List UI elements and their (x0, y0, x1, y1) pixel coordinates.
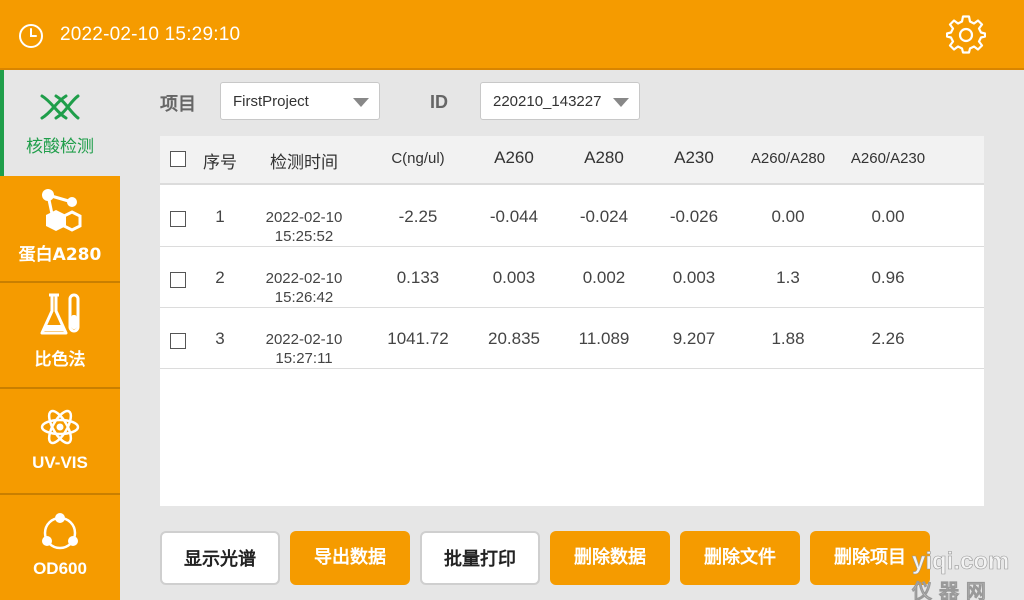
sidebar-item-label: 蛋白A280 (18, 245, 102, 265)
chevron-down-icon (353, 98, 369, 107)
cell-a280: -0.024 (579, 207, 629, 226)
atom-icon (40, 409, 80, 445)
table-row[interactable]: 3 2022-02-10 15:27:11 1041.72 20.835 11.0… (160, 308, 984, 369)
cell-a230: 9.207 (672, 329, 716, 348)
column-header: A260/A280 (750, 150, 826, 167)
table-row[interactable]: 2 2022-02-10 15:26:42 0.133 0.003 0.002 0… (160, 247, 984, 308)
sidebar-item-nucleic-acid[interactable]: 核酸检测 (0, 70, 120, 176)
select-all-checkbox[interactable] (170, 151, 186, 167)
cell-no: 2 (215, 268, 225, 287)
batch-print-button[interactable]: 批量打印 (420, 531, 540, 585)
column-header: A230 (674, 148, 714, 167)
datetime-display: 2022-02-10 15:29:10 (60, 24, 241, 45)
cell-a260-a230: 2.26 (871, 329, 905, 348)
sidebar-item-label: 核酸检测 (26, 137, 94, 157)
molecule-icon (42, 189, 82, 232)
cell-a260: 20.835 (488, 329, 540, 348)
cells-icon (42, 513, 78, 550)
export-data-button[interactable]: 导出数据 (290, 531, 410, 585)
delete-project-button[interactable]: 删除项目 (810, 531, 930, 585)
cell-clock: 15:27:11 (275, 350, 333, 367)
cell-a280: 0.002 (582, 268, 626, 287)
cell-a230: 0.003 (672, 268, 716, 287)
cell-clock: 15:25:52 (274, 228, 334, 245)
cell-date: 2022-02-10 (265, 270, 343, 287)
row-checkbox[interactable] (170, 333, 186, 349)
column-header: A280 (584, 148, 624, 167)
cell-a260-a280: 1.88 (771, 329, 805, 348)
clock-icon (19, 24, 43, 48)
sidebar-nav: 核酸检测 蛋白A280 比色法 UV-VIS OD600 (0, 70, 120, 600)
table-header: 序号 检测时间 C(ng/ul) A260 A280 A230 A260/A28… (160, 136, 984, 185)
column-header: A260 (494, 148, 534, 167)
table-row[interactable]: 1 2022-02-10 15:25:52 -2.25 -0.044 -0.024… (160, 186, 984, 247)
cell-clock: 15:26:42 (274, 289, 334, 306)
sidebar-item-label: OD600 (33, 559, 87, 578)
dna-icon (40, 94, 80, 120)
cell-date: 2022-02-10 (265, 209, 343, 226)
cell-conc: -2.25 (398, 207, 438, 226)
results-table: 序号 检测时间 C(ng/ul) A260 A280 A230 A260/A28… (160, 136, 984, 506)
id-select-value: 220210_143227 (493, 93, 602, 110)
gear-icon[interactable] (946, 15, 986, 55)
id-select[interactable]: 220210_143227 (480, 82, 640, 120)
cell-time: 2022-02-10 15:27:11 (254, 330, 354, 368)
project-select[interactable]: FirstProject (220, 82, 380, 120)
column-header: A260/A230 (850, 150, 926, 167)
row-checkbox[interactable] (170, 272, 186, 288)
delete-data-button[interactable]: 删除数据 (550, 531, 670, 585)
sidebar-item-colorimetric[interactable]: 比色法 (0, 283, 120, 387)
chevron-down-icon (613, 98, 629, 107)
sidebar-item-protein-a280[interactable]: 蛋白A280 (0, 176, 120, 282)
cell-conc: 1041.72 (387, 329, 449, 348)
cell-a230: -0.026 (669, 207, 719, 226)
delete-file-button[interactable]: 删除文件 (680, 531, 800, 585)
cell-a260: 0.003 (492, 268, 536, 287)
column-header: 检测时间 (270, 153, 338, 173)
cell-no: 1 (215, 207, 225, 226)
cell-a280: 11.089 (578, 329, 630, 348)
project-label: 项目 (160, 94, 196, 115)
sidebar-item-label: UV-VIS (32, 453, 88, 472)
sidebar-item-uv-vis[interactable]: UV-VIS (0, 389, 120, 493)
cell-a260-a230: 0.96 (871, 268, 905, 287)
cell-conc: 0.133 (396, 268, 440, 287)
column-header: C(ng/ul) (391, 150, 445, 167)
id-label: ID (430, 92, 448, 112)
cell-a260-a280: 0.00 (771, 207, 805, 226)
flask-icon (40, 293, 80, 335)
row-checkbox[interactable] (170, 211, 186, 227)
project-select-value: FirstProject (233, 93, 309, 110)
cell-time: 2022-02-10 15:25:52 (254, 208, 354, 246)
cell-time: 2022-02-10 15:26:42 (254, 269, 354, 307)
cell-a260-a230: 0.00 (871, 207, 905, 226)
column-header: 序号 (203, 153, 237, 173)
sidebar-item-od600[interactable]: OD600 (0, 495, 120, 600)
show-spectrum-button[interactable]: 显示光谱 (160, 531, 280, 585)
cell-a260-a280: 1.3 (776, 268, 800, 287)
cell-a260: -0.044 (489, 207, 539, 226)
cell-date: 2022-02-10 (265, 331, 343, 348)
cell-no: 3 (215, 329, 225, 348)
sidebar-item-label: 比色法 (34, 350, 86, 370)
top-bar: 2022-02-10 15:29:10 (0, 0, 1024, 70)
